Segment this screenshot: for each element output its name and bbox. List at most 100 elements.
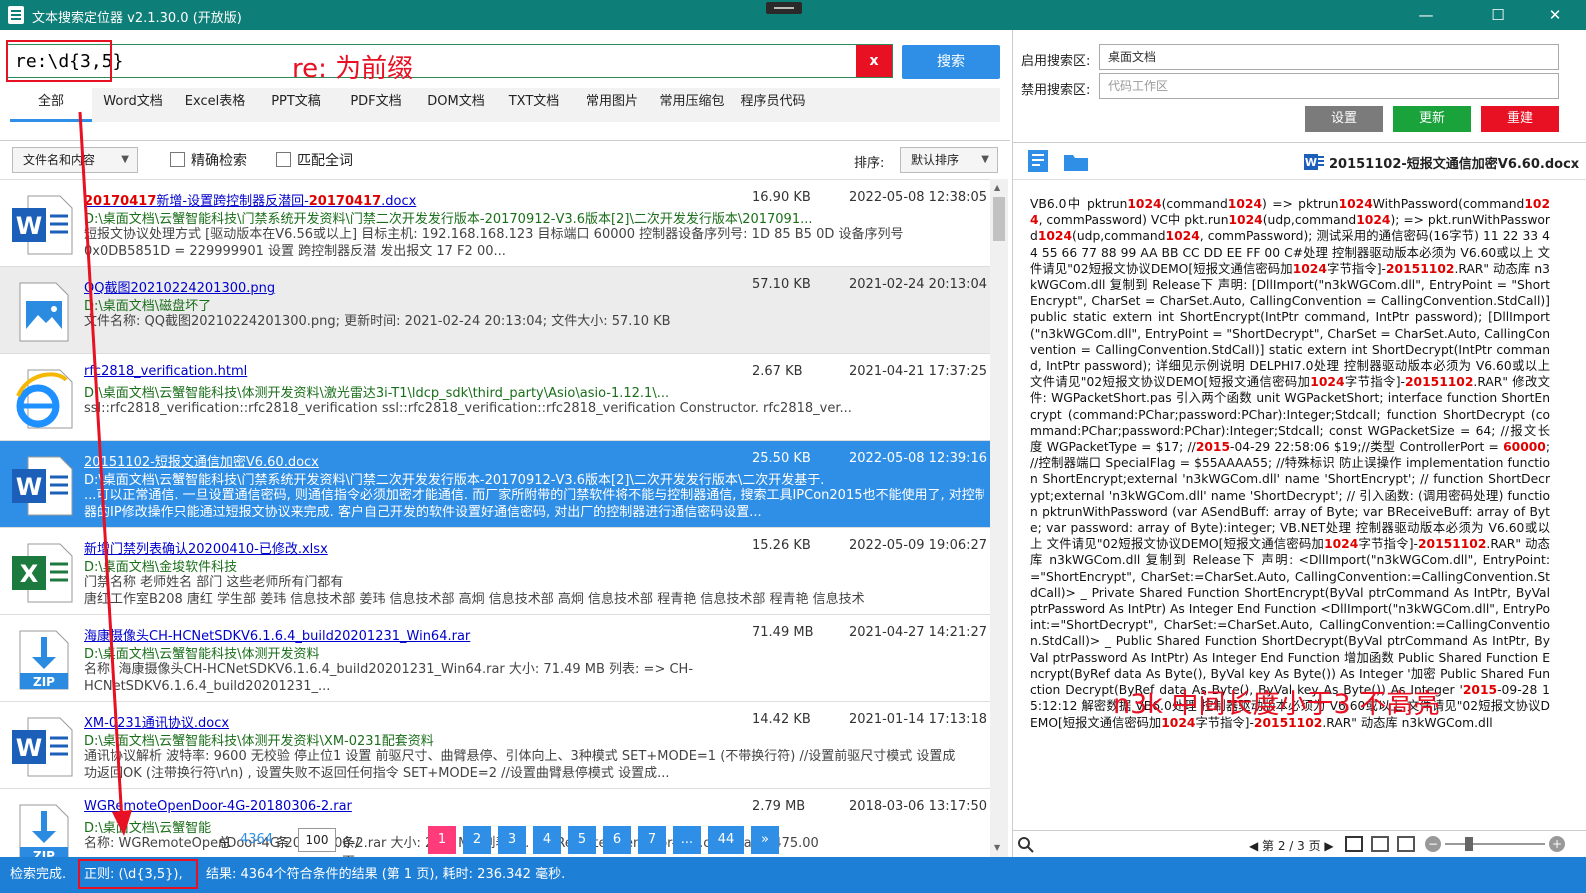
- preview-text: VB6.0中 pktrun1024(command1024) => pktrun…: [1030, 197, 1551, 730]
- whole-word-checkbox[interactable]: [276, 152, 291, 167]
- result-filename[interactable]: WGRemoteOpenDoor-4G-20180306-2.rar: [84, 799, 352, 814]
- result-snippet: 文件名称: QQ截图20210224201300.png; 更新时间: 2021…: [84, 314, 671, 329]
- tab-images[interactable]: 常用图片: [572, 88, 652, 122]
- search-icon[interactable]: [1017, 836, 1035, 854]
- zoom-out-icon[interactable]: −: [1425, 836, 1441, 852]
- zoom-slider-handle[interactable]: [1465, 837, 1473, 851]
- word-file-icon: W: [12, 456, 73, 516]
- update-button[interactable]: 更新: [1393, 106, 1471, 132]
- result-date: 2021-04-27 14:21:27: [849, 625, 988, 640]
- page-5-button[interactable]: 5: [568, 826, 596, 854]
- result-snippet: 短报文协议处理方式 [驱动版本在V6.56或以上] 目标主机: 192.168.…: [84, 227, 904, 259]
- result-filename[interactable]: XM-0231通讯协议.docx: [84, 712, 229, 731]
- result-item[interactable]: ZIP 海康摄像头CH-HCNetSDKV6.1.6.4_build202012…: [0, 615, 990, 702]
- total-suffix: 条: [276, 836, 290, 851]
- continuous-view-icon[interactable]: [1397, 836, 1415, 852]
- filter-bar: 文件名和内容 ▼ 精确检索 匹配全词 排序: 默认排序 ▼: [0, 140, 1010, 178]
- result-filename[interactable]: 新增门禁列表确认20200410-已修改.xlsx: [84, 538, 328, 557]
- preview-header: W 20151102-短报文通信加密V6.60.docx: [1013, 142, 1586, 180]
- double-page-view-icon[interactable]: [1371, 836, 1389, 852]
- result-filename[interactable]: QQ截图20210224201300.png: [84, 277, 275, 296]
- scroll-up-icon[interactable]: ▲: [994, 183, 1000, 192]
- tab-pdf[interactable]: PDF文档: [336, 88, 416, 122]
- result-item-selected[interactable]: W 20151102-短报文通信加密V6.60.docx 25.50 KB 20…: [0, 441, 990, 528]
- rebuild-button[interactable]: 重建: [1481, 106, 1559, 132]
- enable-area-label: 启用搜索区:: [1021, 54, 1091, 69]
- search-mode-select[interactable]: 文件名和内容 ▼: [12, 147, 138, 173]
- excel-file-icon: X: [12, 543, 73, 603]
- page-1-button[interactable]: 1: [428, 826, 456, 854]
- result-path: D:\桌面文档\金埈软件科技: [84, 560, 238, 575]
- annotation-box-query: [6, 40, 112, 82]
- drag-handle[interactable]: [766, 2, 802, 14]
- result-date: 2021-02-24 20:13:04: [849, 277, 988, 292]
- settings-button[interactable]: 设置: [1305, 106, 1383, 132]
- tab-excel[interactable]: Excel表格: [174, 88, 256, 122]
- search-button[interactable]: 搜索: [902, 45, 1000, 79]
- app-icon: [8, 6, 24, 24]
- total-prefix: 总: [218, 836, 232, 851]
- maximize-button[interactable]: ☐: [1475, 0, 1521, 30]
- page-44-button[interactable]: 44: [708, 826, 744, 854]
- result-item[interactable]: QQ截图20210224201300.png 57.10 KB 2021-02-…: [0, 267, 990, 354]
- result-filename[interactable]: 20151102-短报文通信加密V6.60.docx: [84, 451, 319, 470]
- scroll-down-icon[interactable]: ▼: [994, 843, 1000, 852]
- search-mode-value: 文件名和内容: [23, 153, 96, 167]
- open-folder-icon[interactable]: [1063, 149, 1089, 173]
- svg-text:ZIP: ZIP: [33, 849, 55, 857]
- page-4-button[interactable]: 4: [533, 826, 561, 854]
- exact-search-checkbox[interactable]: [170, 152, 185, 167]
- zoom-slider[interactable]: [1445, 843, 1545, 845]
- file-type-tabs: 全部 Word文档 Excel表格 PPT文稿 PDF文档 DOM文档 TXT文…: [10, 88, 1000, 122]
- search-input[interactable]: re:\d{3,5} x: [6, 44, 893, 78]
- page-size-input[interactable]: 100: [298, 828, 336, 852]
- search-panel: re:\d{3,5} x re: 为前缀 搜索 全部 Word文档 Excel表…: [0, 30, 1010, 140]
- page-7-button[interactable]: 7: [638, 826, 666, 854]
- next-page-button[interactable]: »: [751, 826, 779, 854]
- clear-search-button[interactable]: x: [856, 45, 892, 77]
- enable-area-input[interactable]: 桌面文档: [1099, 44, 1559, 70]
- whole-word-label: 匹配全词: [297, 153, 353, 169]
- bookmark-icon[interactable]: [1027, 149, 1049, 173]
- tab-dom[interactable]: DOM文档: [416, 88, 496, 122]
- tab-code[interactable]: 程序员代码: [732, 88, 814, 122]
- sort-select[interactable]: 默认排序 ▼: [900, 147, 998, 173]
- result-snippet: 名称: 海康摄像头CH-HCNetSDKV6.1.6.4_build202012…: [84, 662, 694, 694]
- sort-value: 默认排序: [911, 153, 960, 167]
- annotation-n3k: n3k 中间长度小于3 不高亮: [1113, 689, 1441, 720]
- results-scrollbar[interactable]: ▲ ▼: [990, 179, 1008, 857]
- result-item[interactable]: W 20170417新增-设置跨控制器反潜回-20170417.docx 16.…: [0, 180, 990, 267]
- result-item[interactable]: ZIP WGRemoteOpenDoor-4G-20180306-2.rar 2…: [0, 789, 990, 857]
- result-filename[interactable]: rfc2818_verification.html: [84, 364, 247, 379]
- minimize-button[interactable]: —: [1403, 0, 1449, 30]
- svg-text:W: W: [16, 212, 42, 240]
- tab-ppt[interactable]: PPT文稿: [256, 88, 336, 122]
- status-bar: 检索完成. 正则: (\d{3,5}), 结果: 4364个符合条件的结果 (第…: [0, 857, 1586, 893]
- svg-text:X: X: [20, 560, 39, 588]
- disable-area-input[interactable]: 代码工作区: [1099, 73, 1559, 99]
- result-item[interactable]: rfc2818_verification.html 2.67 KB 2021-0…: [0, 354, 990, 441]
- page-6-button[interactable]: 6: [603, 826, 631, 854]
- result-date: 2022-05-08 12:38:05: [849, 190, 988, 205]
- close-button[interactable]: ✕: [1532, 0, 1578, 30]
- tab-txt[interactable]: TXT文档: [496, 88, 572, 122]
- result-filename[interactable]: 20170417新增-设置跨控制器反潜回-20170417.docx: [84, 190, 416, 209]
- total-count: 4364: [240, 832, 274, 847]
- result-filename[interactable]: 海康摄像头CH-HCNetSDKV6.1.6.4_build20201231_W…: [84, 625, 470, 644]
- disable-area-label: 禁用搜索区:: [1021, 83, 1091, 98]
- result-date: 2022-05-08 12:39:16: [849, 451, 988, 466]
- word-file-icon: W: [12, 195, 73, 255]
- result-size: 57.10 KB: [752, 277, 811, 292]
- single-page-view-icon[interactable]: [1345, 836, 1363, 852]
- page-2-button[interactable]: 2: [463, 826, 491, 854]
- tab-word[interactable]: Word文档: [92, 88, 174, 122]
- page-3-button[interactable]: 3: [498, 826, 526, 854]
- tab-archives[interactable]: 常用压缩包: [652, 88, 732, 122]
- scroll-thumb[interactable]: [993, 197, 1005, 241]
- page-info[interactable]: ◀ 第 2 / 3 页 ▶: [1249, 837, 1334, 854]
- tab-all[interactable]: 全部: [10, 88, 92, 122]
- result-size: 2.67 KB: [752, 364, 803, 379]
- zoom-in-icon[interactable]: +: [1549, 836, 1565, 852]
- result-item[interactable]: X 新增门禁列表确认20200410-已修改.xlsx 15.26 KB 202…: [0, 528, 990, 615]
- result-item[interactable]: W XM-0231通讯协议.docx 14.42 KB 2021-01-14 1…: [0, 702, 990, 789]
